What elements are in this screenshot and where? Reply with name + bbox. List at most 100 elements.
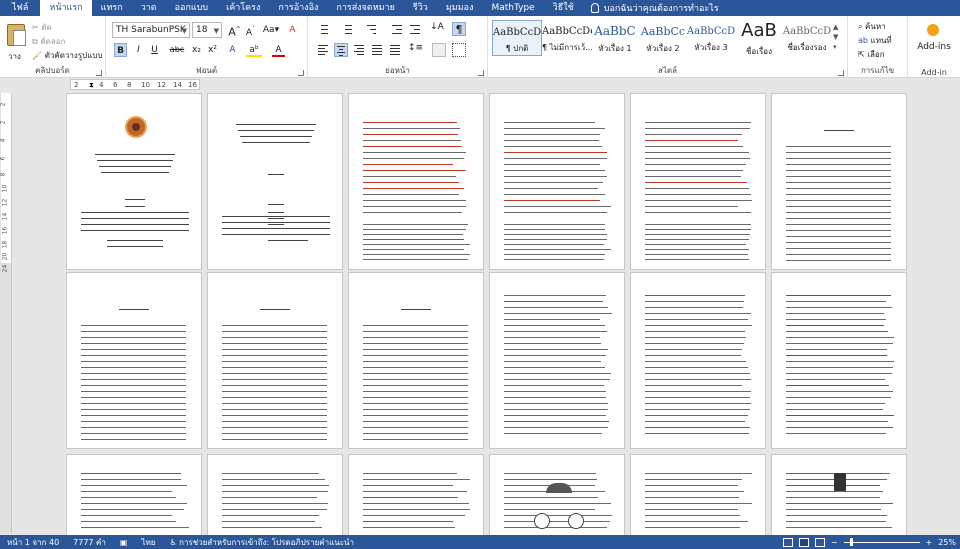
print-layout-icon[interactable] bbox=[798, 537, 809, 547]
page-thumbnail[interactable] bbox=[489, 272, 625, 449]
line-spacing-icon[interactable]: ↕≡ bbox=[408, 43, 423, 57]
styles-launcher-icon[interactable] bbox=[838, 70, 844, 76]
font-launcher-icon[interactable] bbox=[298, 70, 304, 76]
word-count[interactable]: 7777 คำ bbox=[66, 536, 113, 549]
tab-references[interactable]: การอ้างอิง bbox=[269, 0, 327, 16]
page-thumbnail[interactable] bbox=[348, 454, 484, 535]
addins-button[interactable]: Add-ins bbox=[908, 42, 960, 52]
style-normal[interactable]: AaBbCcDc ¶ ปกติ bbox=[492, 20, 542, 56]
page-thumbnail[interactable] bbox=[207, 93, 343, 270]
page-thumbnail[interactable] bbox=[348, 272, 484, 449]
zoom-in-button[interactable]: + bbox=[926, 538, 933, 547]
style-heading-3[interactable]: AaBbCcD หัวเรื่อง 3 bbox=[686, 20, 736, 56]
style-subtitle[interactable]: AaBbCcD ชื่อเรื่องรอง bbox=[782, 20, 832, 56]
select-button[interactable]: ⇱ เลือก bbox=[858, 48, 885, 61]
addins-icon[interactable] bbox=[927, 24, 939, 36]
shrink-font-button[interactable]: Aˇ bbox=[244, 23, 257, 38]
page-thumbnail[interactable] bbox=[630, 272, 766, 449]
replace-button[interactable]: ab แทนที่ bbox=[858, 34, 892, 47]
tell-me-box[interactable]: บอกฉันว่าคุณต้องการทำอะไร bbox=[590, 1, 719, 15]
style-no-spacing[interactable]: AaBbCcDc ¶ ไม่มีการเว้... bbox=[542, 20, 592, 56]
align-left-icon[interactable] bbox=[316, 43, 330, 57]
zoom-out-button[interactable]: − bbox=[831, 538, 838, 547]
page-thumbnail[interactable] bbox=[348, 93, 484, 270]
paste-icon[interactable] bbox=[7, 24, 26, 46]
read-mode-icon[interactable] bbox=[782, 537, 793, 547]
cut-button[interactable]: ✂ ตัด bbox=[32, 21, 52, 34]
style-title[interactable]: AaB ชื่อเรื่อง bbox=[734, 20, 784, 56]
vertical-ruler[interactable]: 2 2 4 6 8 10 12 14 16 18 20 24 bbox=[0, 93, 12, 533]
page-thumbnail[interactable] bbox=[489, 454, 625, 535]
clear-formatting-icon[interactable]: A bbox=[286, 23, 299, 37]
page-thumbnail[interactable] bbox=[66, 272, 202, 449]
font-size-select[interactable]: 18 ▼ bbox=[192, 22, 222, 38]
decrease-indent-icon[interactable] bbox=[390, 22, 404, 36]
style-heading-1[interactable]: AaBbC หัวเรื่อง 1 bbox=[590, 20, 640, 56]
tab-review[interactable]: รีวิว bbox=[404, 0, 437, 16]
align-right-icon[interactable] bbox=[352, 43, 366, 57]
italic-button[interactable]: I bbox=[132, 43, 145, 57]
tab-design[interactable]: ออกแบบ bbox=[166, 0, 218, 16]
grow-font-button[interactable]: A^ bbox=[228, 23, 241, 39]
copy-button[interactable]: ⧉ คัดลอก bbox=[32, 35, 65, 48]
change-case-button[interactable]: Aa▾ bbox=[262, 23, 280, 37]
multilevel-list-icon[interactable] bbox=[364, 22, 378, 36]
zoom-thumb[interactable] bbox=[849, 537, 853, 546]
format-painter-button[interactable]: 🖌 ตัวคัดวางรูปแบบ bbox=[32, 49, 103, 62]
page-thumbnail[interactable] bbox=[771, 93, 907, 270]
font-family-select[interactable]: TH SarabunPSK ▼ bbox=[112, 22, 190, 38]
clipboard-launcher-icon[interactable] bbox=[96, 70, 102, 76]
document-canvas[interactable] bbox=[13, 91, 960, 535]
paste-button[interactable]: วาง bbox=[8, 50, 21, 63]
font-color-button[interactable]: A bbox=[272, 43, 285, 57]
align-center-icon[interactable] bbox=[334, 43, 348, 57]
zoom-level[interactable]: 25% bbox=[938, 538, 956, 547]
justify-icon[interactable] bbox=[370, 43, 384, 57]
highlight-button[interactable]: aᵇ bbox=[246, 43, 262, 57]
horizontal-ruler[interactable]: 2 ⧗ 4 6 8 10 12 14 16 bbox=[70, 79, 200, 90]
web-layout-icon[interactable] bbox=[814, 537, 825, 547]
bullets-icon[interactable] bbox=[316, 22, 330, 36]
proofing-icon[interactable]: ▣ bbox=[113, 538, 135, 547]
page-thumbnail[interactable] bbox=[66, 454, 202, 535]
tab-help[interactable]: วิธีใช้ bbox=[544, 0, 583, 16]
page-thumbnail[interactable] bbox=[630, 93, 766, 270]
tab-draw[interactable]: วาด bbox=[132, 0, 166, 16]
borders-icon[interactable] bbox=[452, 43, 466, 57]
tab-file[interactable]: ไฟล์ bbox=[0, 0, 40, 16]
tab-home[interactable]: หน้าแรก bbox=[40, 0, 92, 16]
page-thumbnail[interactable] bbox=[207, 272, 343, 449]
strikethrough-button[interactable]: abc bbox=[168, 43, 186, 57]
page-thumbnail[interactable] bbox=[66, 93, 202, 270]
indent-marker[interactable]: ⧗ bbox=[89, 81, 94, 90]
page-count[interactable]: หน้า 1 จาก 40 bbox=[0, 536, 66, 549]
styles-scroll[interactable]: ▲ ▼ ▾ bbox=[833, 22, 838, 52]
increase-indent-icon[interactable] bbox=[408, 22, 422, 36]
zoom-slider[interactable] bbox=[843, 537, 920, 546]
thai-distributed-icon[interactable] bbox=[388, 43, 402, 57]
text-effects-button[interactable]: A bbox=[226, 43, 239, 57]
page-thumbnail[interactable] bbox=[207, 454, 343, 535]
page-thumbnail[interactable] bbox=[771, 272, 907, 449]
tab-layout[interactable]: เค้าโครง bbox=[217, 0, 269, 16]
find-button[interactable]: ⌕ ค้นหา bbox=[858, 20, 886, 33]
page-thumbnail[interactable] bbox=[489, 93, 625, 270]
shading-icon[interactable] bbox=[432, 43, 446, 57]
page-thumbnail[interactable] bbox=[771, 454, 907, 535]
superscript-button[interactable]: x² bbox=[206, 43, 219, 57]
underline-button[interactable]: U bbox=[148, 43, 161, 57]
numbering-icon[interactable] bbox=[340, 22, 354, 36]
accessibility-status[interactable]: ♿ การช่วยสำหรับการเข้าถึง: โปรดอภิปรายคำ… bbox=[162, 536, 361, 549]
page-thumbnail[interactable] bbox=[630, 454, 766, 535]
paragraph-launcher-icon[interactable] bbox=[478, 70, 484, 76]
tab-insert[interactable]: แทรก bbox=[92, 0, 132, 16]
tab-mailings[interactable]: การส่งจดหมาย bbox=[327, 0, 404, 16]
tab-view[interactable]: มุมมอง bbox=[437, 0, 483, 16]
sort-icon[interactable]: ↓A bbox=[430, 22, 444, 36]
tab-mathtype[interactable]: MathType bbox=[482, 0, 543, 16]
show-marks-button[interactable]: ¶ bbox=[452, 22, 466, 36]
style-heading-2[interactable]: AaBbCc หัวเรื่อง 2 bbox=[638, 20, 688, 56]
language-indicator[interactable]: ไทย bbox=[134, 536, 162, 549]
subscript-button[interactable]: x₂ bbox=[190, 43, 203, 57]
bold-button[interactable]: B bbox=[114, 43, 127, 57]
